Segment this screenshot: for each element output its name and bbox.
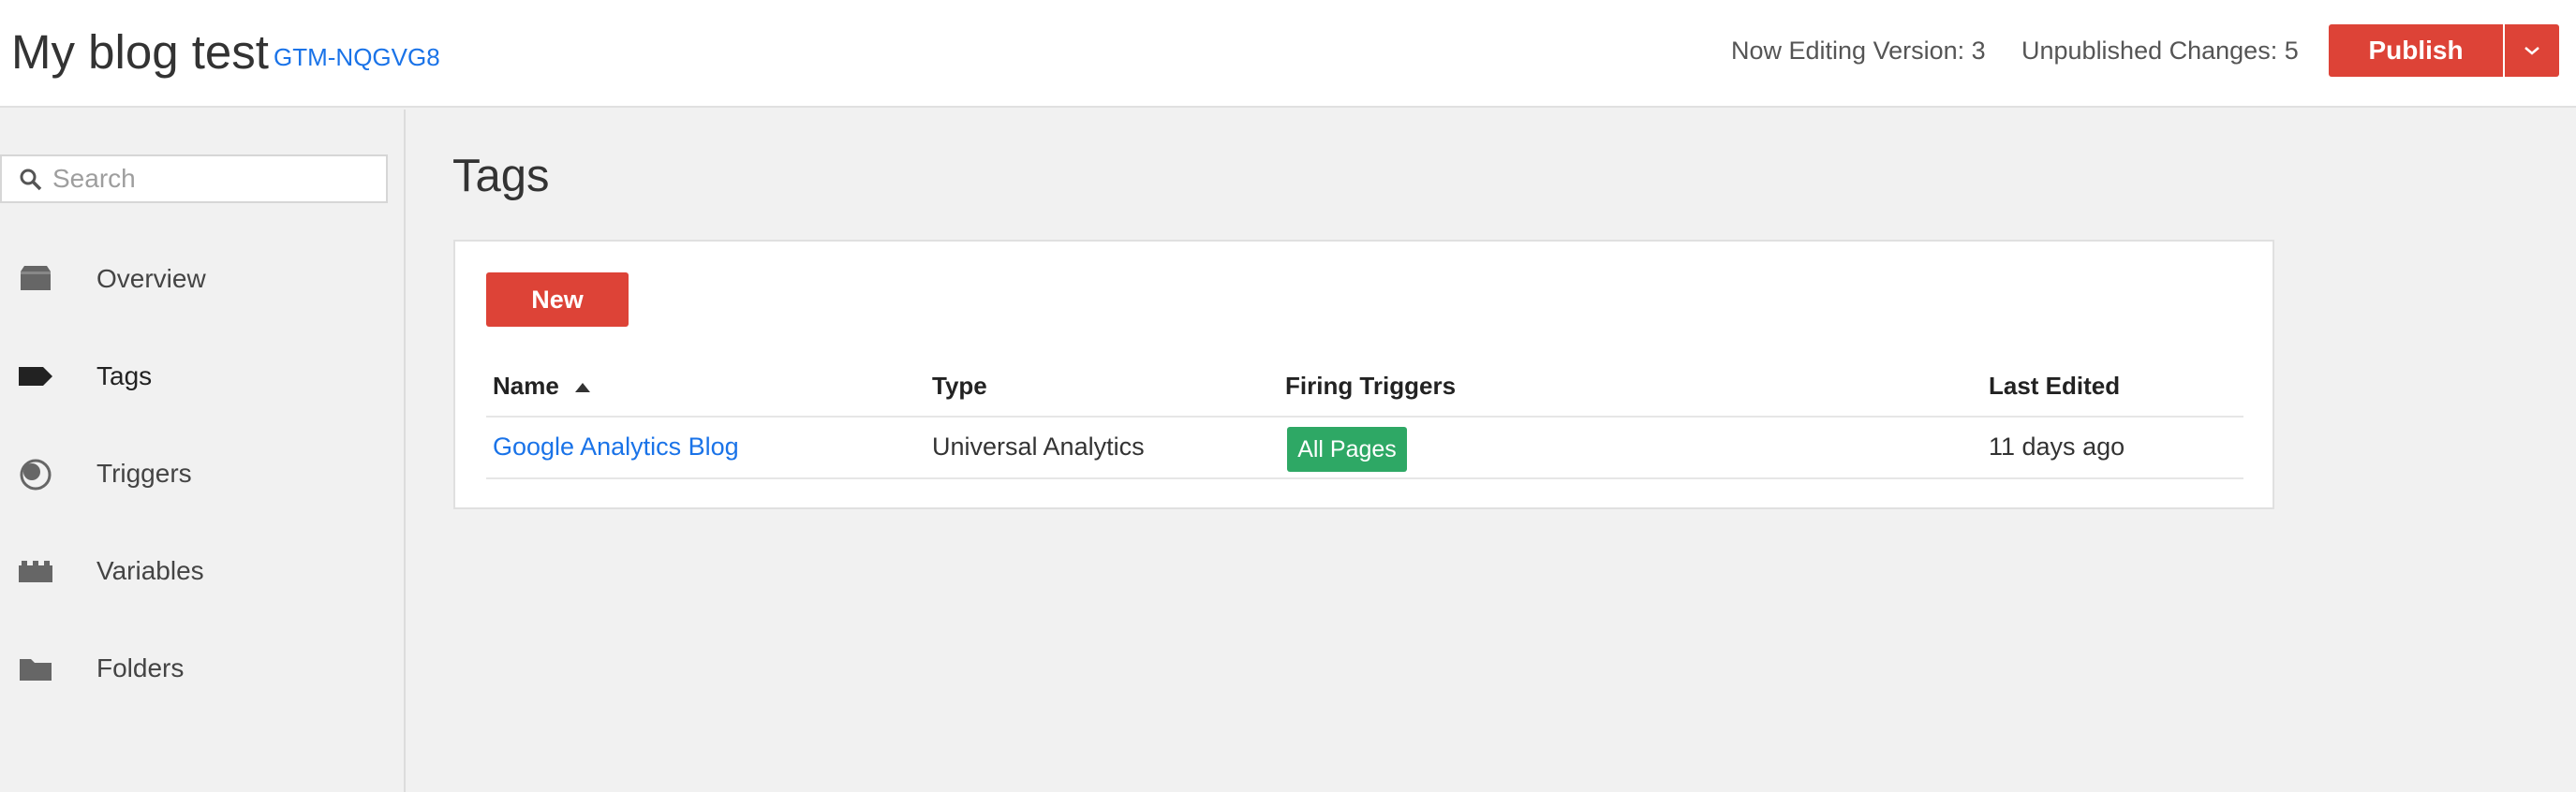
container-name: My blog test bbox=[11, 25, 269, 79]
sidebar-item-tags[interactable]: Tags bbox=[0, 339, 404, 414]
sidebar-item-folders[interactable]: Folders bbox=[0, 631, 404, 706]
tag-icon bbox=[19, 367, 52, 386]
divider bbox=[486, 416, 2243, 418]
sidebar-item-triggers[interactable]: Triggers bbox=[0, 436, 404, 511]
column-header-firing-triggers[interactable]: Firing Triggers bbox=[1285, 372, 1456, 401]
sidebar-item-label: Tags bbox=[96, 361, 153, 390]
sidebar-item-label: Folders bbox=[96, 653, 185, 682]
tags-card: New Name Type Firing Triggers Last Edite… bbox=[453, 240, 2274, 509]
divider bbox=[486, 477, 2243, 479]
tag-name-link[interactable]: Google Analytics Blog bbox=[493, 433, 739, 462]
version-status: Now Editing Version: 3 bbox=[1731, 37, 1986, 65]
publish-dropdown-button[interactable] bbox=[2505, 24, 2559, 77]
sidebar-item-label: Variables bbox=[96, 556, 204, 585]
chevron-down-icon bbox=[2524, 47, 2539, 55]
sidebar-item-label: Overview bbox=[96, 264, 206, 293]
search-input[interactable] bbox=[52, 162, 371, 196]
search-box[interactable] bbox=[0, 154, 388, 203]
top-header: My blog test GTM-NQGVG8 Now Editing Vers… bbox=[0, 0, 2576, 108]
sidebar-item-label: Triggers bbox=[96, 459, 192, 488]
page-title: Tags bbox=[452, 151, 550, 201]
column-header-name[interactable]: Name bbox=[493, 372, 592, 401]
new-tag-button[interactable]: New bbox=[486, 272, 629, 327]
publish-button[interactable]: Publish bbox=[2329, 24, 2503, 77]
sidebar: Overview Tags Triggers Variables Folders bbox=[0, 110, 406, 792]
folder-icon bbox=[20, 659, 52, 681]
sidebar-item-variables[interactable]: Variables bbox=[0, 534, 404, 609]
last-edited: 11 days ago bbox=[1989, 433, 2125, 461]
sort-ascending-icon bbox=[575, 383, 591, 392]
search-icon bbox=[20, 169, 42, 191]
tag-type: Universal Analytics bbox=[932, 433, 1145, 461]
column-header-type[interactable]: Type bbox=[932, 372, 987, 401]
sidebar-item-overview[interactable]: Overview bbox=[0, 242, 404, 316]
overview-icon bbox=[21, 266, 51, 290]
container-id-link[interactable]: GTM-NQGVG8 bbox=[274, 43, 440, 72]
trigger-icon bbox=[20, 459, 52, 491]
variables-icon bbox=[19, 561, 52, 582]
unpublished-changes-status: Unpublished Changes: 5 bbox=[2021, 37, 2299, 65]
trigger-chip[interactable]: All Pages bbox=[1287, 427, 1407, 472]
column-header-last-edited[interactable]: Last Edited bbox=[1989, 372, 2120, 401]
